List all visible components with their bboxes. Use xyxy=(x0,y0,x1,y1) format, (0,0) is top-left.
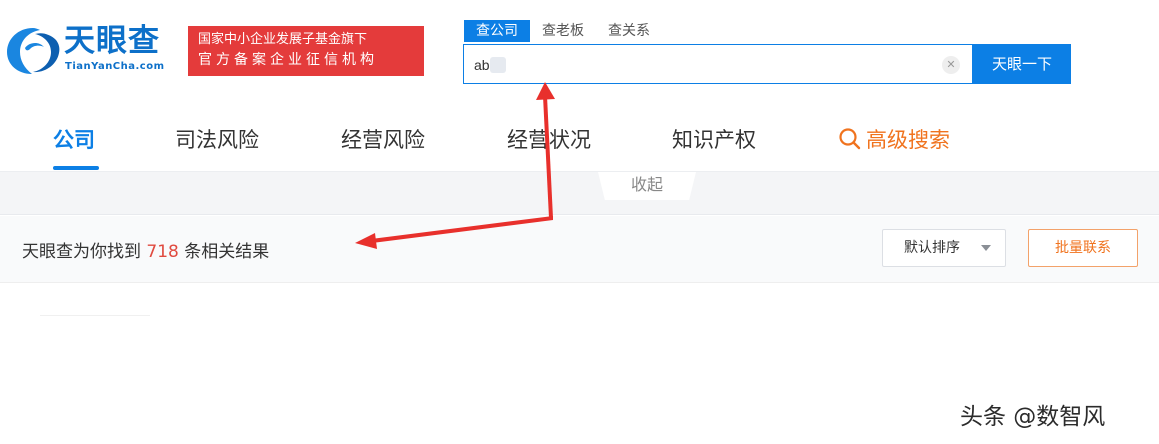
search-type-tabs: 查公司 查老板 查关系 xyxy=(464,20,662,42)
tab-search-company[interactable]: 查公司 xyxy=(464,20,530,42)
search-input[interactable] xyxy=(474,53,934,77)
sort-label: 默认排序 xyxy=(904,240,960,256)
nav-item-operating-risk[interactable]: 经营风险 xyxy=(341,124,425,154)
divider xyxy=(40,315,150,316)
caret-down-icon xyxy=(981,245,991,251)
tab-search-relation[interactable]: 查关系 xyxy=(596,20,662,42)
logo-title: 天眼查 xyxy=(64,23,160,59)
advanced-search-label: 高级搜索 xyxy=(866,128,950,152)
gov-certification-badge[interactable]: 国家中小企业发展子基金旗下 官方备案企业征信机构 xyxy=(188,26,424,76)
redacted-text-blur xyxy=(490,57,506,73)
nav-item-judicial-risk[interactable]: 司法风险 xyxy=(175,124,259,154)
nav-item-company[interactable]: 公司 xyxy=(53,124,95,154)
sort-dropdown[interactable]: 默认排序 xyxy=(882,229,1006,267)
tab-search-boss[interactable]: 查老板 xyxy=(530,20,596,42)
collapse-button[interactable]: 收起 xyxy=(598,172,696,200)
tianyancha-logo[interactable]: 天眼查 TianYanCha.com xyxy=(4,22,174,80)
filter-collapse-band: 收起 xyxy=(0,172,1159,215)
advanced-search-link[interactable]: 高级搜索 xyxy=(838,124,950,154)
nav-item-operating-status[interactable]: 经营状况 xyxy=(507,124,591,154)
result-summary-bar: 天眼查为你找到 718 条相关结果 默认排序 批量联系 xyxy=(0,216,1159,283)
result-count-text: 天眼查为你找到 718 条相关结果 xyxy=(22,237,269,262)
result-prefix: 天眼查为你找到 xyxy=(22,242,141,262)
search-box: ✕ xyxy=(463,44,973,84)
result-suffix: 条相关结果 xyxy=(184,242,270,262)
logo-eye-icon xyxy=(7,28,60,74)
watermark-text: 头条 @数智风 xyxy=(960,404,1106,430)
category-nav: 公司 司法风险 经营风险 经营状况 知识产权 高级搜索 xyxy=(0,100,1159,172)
close-icon[interactable]: ✕ xyxy=(942,56,960,74)
search-button[interactable]: 天眼一下 xyxy=(973,44,1071,84)
nav-item-intellectual-property[interactable]: 知识产权 xyxy=(672,124,756,154)
badge-line-2: 官方备案企业征信机构 xyxy=(198,52,378,68)
logo-subtitle: TianYanCha.com xyxy=(65,61,165,72)
search-icon xyxy=(839,128,861,150)
batch-contact-button[interactable]: 批量联系 xyxy=(1028,229,1138,267)
result-count: 718 xyxy=(146,242,179,262)
nav-active-indicator xyxy=(53,166,99,170)
site-header: 天眼查 TianYanCha.com 国家中小企业发展子基金旗下 官方备案企业征… xyxy=(0,0,1159,100)
badge-line-1: 国家中小企业发展子基金旗下 xyxy=(198,32,368,47)
